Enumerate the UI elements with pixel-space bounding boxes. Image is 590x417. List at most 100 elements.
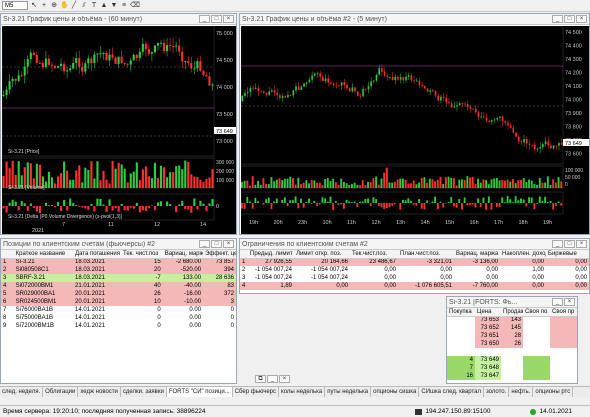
- limits-titlebar[interactable]: Ограничения по клиентским счетам #2 _ □ …: [240, 239, 589, 250]
- table-row[interactable]: 8 Si75000BA1B 14.01.2021 0 0.00 0: [1, 314, 236, 322]
- close-icon[interactable]: ×: [223, 15, 234, 23]
- orderbook-row[interactable]: 73 650 26: [447, 340, 577, 348]
- crosshair-icon[interactable]: +: [40, 2, 48, 10]
- table-row[interactable]: 3 SBRF-3.21 18.03.2021 -7 133.00 28 636: [1, 274, 236, 282]
- limits-col-1[interactable]: Лимит откр. поз.: [294, 250, 350, 259]
- limits-col-0[interactable]: Предыд. лимит: [248, 250, 294, 259]
- positions-col-vm[interactable]: Вариац. маржа: [162, 250, 204, 259]
- eraser-icon[interactable]: ⌫: [130, 2, 140, 10]
- minimize-icon[interactable]: _: [552, 15, 563, 23]
- orderbook-row[interactable]: 16 73 647: [447, 372, 577, 380]
- minimize-icon[interactable]: _: [199, 15, 210, 23]
- limits-col-6[interactable]: Биржевые: [546, 250, 589, 259]
- fibonacci-icon[interactable]: ≡: [120, 2, 128, 10]
- close-icon[interactable]: ×: [564, 298, 575, 306]
- position-date: 18.03.2021: [75, 275, 106, 281]
- price-chart-60m[interactable]: 75 000 74 500 74 000 73 500 73 000 73 649 Si…: [2, 26, 236, 234]
- delta-bar: [289, 200, 292, 203]
- close-icon[interactable]: ×: [223, 240, 234, 248]
- orderbook-titlebar[interactable]: Si-3.21 [FORTS: Фь... _ ×: [447, 297, 577, 308]
- volume-bar: [458, 179, 461, 188]
- maximize-icon[interactable]: □: [211, 240, 222, 248]
- minimize-icon[interactable]: _: [267, 375, 278, 383]
- price-axis-label: 74 100: [565, 84, 582, 90]
- workspace-tab[interactable]: след. неделя.: [0, 387, 44, 397]
- limits-col-3[interactable]: План.чист.поз.: [398, 250, 454, 259]
- workspace-tab[interactable]: Облигации: [43, 387, 79, 397]
- minimize-icon[interactable]: _: [552, 240, 563, 248]
- workspace-tab[interactable]: золото.: [484, 387, 510, 397]
- table-row[interactable]: 6 SR024500BM1 20.01.2021 10 -10.00 3: [1, 298, 236, 306]
- orderbook-col-price: Цена: [475, 308, 501, 317]
- table-row[interactable]: 9 Si72000BM1B 14.01.2021 0 0.00 0: [1, 322, 236, 330]
- orderbook-row[interactable]: [447, 348, 577, 356]
- table-row[interactable]: 5 SR029000BA1 20.01.2021 26 -16.00 372: [1, 290, 236, 298]
- restore-icon[interactable]: ⧉: [255, 375, 266, 383]
- positions-col-net[interactable]: Тек. чист.поз: [121, 250, 163, 259]
- cursor-icon[interactable]: ↖: [30, 2, 38, 10]
- line-tool-icon[interactable]: ╱: [70, 2, 78, 10]
- candle: [268, 91, 270, 95]
- workspace-tab[interactable]: колы неделька: [279, 387, 326, 397]
- positions-col-price[interactable]: Эффект. цен: [203, 250, 236, 259]
- workspace-tab[interactable]: FORTS "СИ" позици...: [166, 387, 233, 397]
- volume-bar: [313, 180, 316, 188]
- price-chart-5m[interactable]: 74 500 74 400 74 300 74 200 74 100 74 000 73 9…: [241, 26, 589, 234]
- chart-window-60m-titlebar[interactable]: Si-3.21 График цены и объёма - (60 минут…: [1, 14, 236, 25]
- workspace-tab[interactable]: хедж новости: [78, 387, 121, 397]
- volume-bar: [69, 179, 72, 188]
- orderbook-row[interactable]: 73 652 145: [447, 324, 577, 332]
- position-vm: -2 680.00: [175, 259, 202, 266]
- workspace-tab[interactable]: путы неделька: [325, 387, 372, 397]
- table-row[interactable]: 1 Si-3.21 18.03.2021 15 -2 680.00 73 857: [1, 258, 236, 266]
- volume-bar: [546, 176, 549, 188]
- delta-bar: [35, 206, 38, 212]
- chart-window-5m-titlebar[interactable]: Si-3.21 График цены и объёма #2 - (5 мин…: [240, 14, 589, 25]
- candle: [190, 63, 193, 69]
- close-icon[interactable]: ×: [279, 375, 290, 383]
- delta-bar: [431, 201, 434, 203]
- limits-col-5[interactable]: Накоплен. доход: [500, 250, 546, 259]
- workspace-tab[interactable]: сделки. заявки: [121, 387, 167, 397]
- maximize-icon[interactable]: □: [564, 15, 575, 23]
- delta-bar: [369, 203, 372, 206]
- table-row[interactable]: 7 Si76000BA1B 14.01.2021 0 0.00 0: [1, 306, 236, 314]
- minimize-icon[interactable]: _: [552, 298, 563, 306]
- workspace-tab[interactable]: СИшка след. квартал: [419, 387, 484, 397]
- channel-tool-icon[interactable]: ⫽: [80, 2, 88, 10]
- period-select[interactable]: M5: [2, 1, 28, 10]
- table-row[interactable]: 4 1,89 0,00 0,00 -1 076 605,51 -7 760,00 0,00 0…: [240, 282, 589, 290]
- workspace-tab[interactable]: Сбер фьючерс: [233, 387, 279, 397]
- table-row[interactable]: 2 Si080508C1 18.03.2021 20 -520.00 394: [1, 266, 236, 274]
- table-row[interactable]: 4 Si072000BM1 21.01.2021 40 -40.00 83: [1, 282, 236, 290]
- limits-col-4[interactable]: Вариац. маржа: [454, 250, 500, 259]
- close-icon[interactable]: ×: [576, 15, 587, 23]
- candle: [507, 122, 509, 126]
- orderbook-row[interactable]: 4 73 649: [447, 356, 577, 364]
- table-row[interactable]: 2 -1 054 007,24 -1 054 007,24 0,00 0,00 0,00 1…: [240, 266, 589, 274]
- table-row[interactable]: 1 27 926,55 20 164,66 23 486,67 -3 321,01 -3 …: [240, 258, 589, 266]
- limits-col-2[interactable]: Тек.чист.поз.: [350, 250, 398, 259]
- arrow-up-icon[interactable]: ▲: [100, 2, 108, 10]
- text-tool-icon[interactable]: T: [90, 2, 98, 10]
- orderbook-row[interactable]: 73 651 28: [447, 332, 577, 340]
- delta-series-label-60m: Si-3.21 [Delta (P0 Volume Divergence) (x…: [8, 214, 123, 220]
- positions-titlebar[interactable]: Позиции по клиентским счетам (фьючерсы) …: [1, 239, 236, 250]
- arrow-down-icon[interactable]: ▼: [110, 2, 118, 10]
- delta-bar: [47, 205, 51, 206]
- orderbook-row[interactable]: 73 653 143: [447, 316, 577, 324]
- positions-col-name[interactable]: Краткое название: [13, 250, 73, 259]
- hand-icon[interactable]: ✋: [60, 2, 69, 10]
- maximize-icon[interactable]: □: [564, 240, 575, 248]
- zoom-icon[interactable]: ⊕: [50, 2, 58, 10]
- orderbook-row[interactable]: 7 73 648: [447, 364, 577, 372]
- positions-col-date[interactable]: Дата погашения: [73, 250, 121, 259]
- maximize-icon[interactable]: □: [211, 15, 222, 23]
- last-price-tag-60m: 73 649: [216, 129, 233, 135]
- minimize-icon[interactable]: _: [199, 240, 210, 248]
- workspace-tab[interactable]: опционы ртс: [533, 387, 574, 397]
- workspace-tab[interactable]: нефть.: [509, 387, 534, 397]
- table-row[interactable]: 3 -1 054 007,24 -1 054 007,24 0,00 0,00 0,00 0…: [240, 274, 589, 282]
- workspace-tab[interactable]: опционы сишка: [371, 387, 420, 397]
- close-icon[interactable]: ×: [576, 240, 587, 248]
